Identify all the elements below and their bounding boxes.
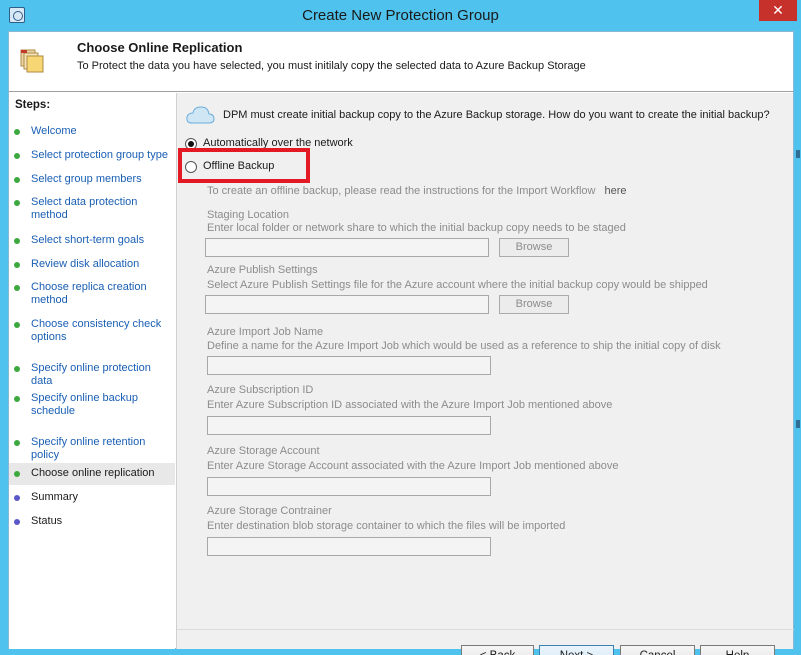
import-job-label: Azure Import Job Name bbox=[207, 326, 324, 338]
storage-account-label: Azure Storage Account bbox=[207, 445, 320, 457]
staging-label: Staging Location bbox=[207, 209, 289, 221]
sidebar-item-label: Choose online replication bbox=[31, 467, 155, 479]
sidebar-item-label: Specify online backup schedule bbox=[31, 392, 139, 417]
storage-account-description: Enter Azure Storage Account associated w… bbox=[207, 460, 619, 472]
sidebar-item-label: Choose replica creation method bbox=[31, 281, 147, 306]
next-button[interactable]: Next > bbox=[539, 645, 614, 655]
offline-instructions: To create an offline backup, please read… bbox=[207, 185, 627, 197]
publish-browse-button[interactable]: Browse bbox=[499, 295, 569, 314]
background-scroll-marker bbox=[796, 420, 800, 428]
page-subtitle: To Protect the data you have selected, y… bbox=[77, 60, 586, 72]
sidebar-item-label: Specify online retention policy bbox=[31, 436, 146, 461]
storage-account-input[interactable] bbox=[207, 477, 491, 496]
offline-here-link[interactable]: here bbox=[605, 185, 627, 197]
steps-label: Steps: bbox=[15, 99, 51, 111]
step-done-icon bbox=[14, 440, 20, 446]
sidebar-item-label: Status bbox=[31, 515, 63, 527]
background-scroll-marker bbox=[796, 150, 800, 158]
step-done-icon bbox=[14, 396, 20, 402]
offline-instructions-text: To create an offline backup, please read… bbox=[207, 185, 596, 197]
storage-container-input[interactable] bbox=[207, 537, 491, 556]
wizard-header: Choose Online Replication To Protect the… bbox=[9, 32, 793, 92]
subscription-description: Enter Azure Subscription ID associated w… bbox=[207, 399, 613, 411]
cloud-icon bbox=[186, 106, 215, 124]
sidebar-item-label: Review disk allocation bbox=[31, 258, 140, 270]
title-bar[interactable]: Create New Protection Group ✕ bbox=[0, 0, 801, 31]
step-pending-icon bbox=[14, 519, 20, 525]
import-job-description: Define a name for the Azure Import Job w… bbox=[207, 340, 721, 352]
publish-description: Select Azure Publish Settings file for t… bbox=[207, 279, 708, 291]
step-done-icon bbox=[14, 262, 20, 268]
sidebar-item-label: Select data protection method bbox=[31, 196, 138, 221]
import-job-name-input[interactable] bbox=[207, 356, 491, 375]
publish-settings-input[interactable] bbox=[205, 295, 489, 314]
steps-sidebar: Steps: Welcome Select protection group t… bbox=[9, 93, 175, 649]
step-done-icon bbox=[14, 238, 20, 244]
staging-location-input[interactable] bbox=[205, 238, 489, 257]
sidebar-item-online-replication[interactable]: Choose online replication bbox=[9, 463, 175, 485]
storage-container-label: Azure Storage Contrainer bbox=[207, 505, 332, 517]
close-icon: ✕ bbox=[772, 2, 784, 18]
step-done-icon bbox=[14, 153, 20, 159]
step-done-icon bbox=[14, 200, 20, 206]
page-title: Choose Online Replication bbox=[77, 40, 243, 55]
wizard-client-area: Choose Online Replication To Protect the… bbox=[8, 31, 794, 655]
publish-label: Azure Publish Settings bbox=[207, 264, 318, 276]
sidebar-item-label: Summary bbox=[31, 491, 79, 503]
step-current-icon bbox=[14, 471, 20, 477]
sidebar-item-label: Welcome bbox=[31, 125, 77, 137]
help-button[interactable]: Help bbox=[700, 645, 775, 655]
step-done-icon bbox=[14, 129, 20, 135]
folder-icon bbox=[20, 49, 44, 73]
footer-divider bbox=[177, 629, 794, 630]
step-done-icon bbox=[14, 322, 20, 328]
window: Create New Protection Group ✕ Choose Onl… bbox=[0, 0, 801, 655]
close-button[interactable]: ✕ bbox=[759, 0, 797, 21]
window-title: Create New Protection Group bbox=[302, 7, 499, 24]
storage-container-description: Enter destination blob storage container… bbox=[207, 520, 566, 532]
sidebar-item-label: Select group members bbox=[31, 173, 142, 185]
wizard-main-panel: DPM must create initial backup copy to t… bbox=[176, 93, 794, 655]
sidebar-item-label: Specify online protection data bbox=[31, 362, 151, 387]
step-done-icon bbox=[14, 285, 20, 291]
subscription-label: Azure Subscription ID bbox=[207, 384, 314, 396]
sidebar-item-label: Choose consistency check options bbox=[31, 318, 162, 343]
subscription-id-input[interactable] bbox=[207, 416, 491, 435]
staging-description: Enter local folder or network share to w… bbox=[207, 222, 626, 234]
staging-browse-button[interactable]: Browse bbox=[499, 238, 569, 257]
cancel-button[interactable]: Cancel bbox=[620, 645, 695, 655]
step-done-icon bbox=[14, 177, 20, 183]
step-done-icon bbox=[14, 366, 20, 372]
back-button[interactable]: < Back bbox=[461, 645, 534, 655]
sidebar-item-label: Select short-term goals bbox=[31, 234, 145, 246]
sidebar-item-label: Select protection group type bbox=[31, 149, 168, 161]
highlight-annotation-box bbox=[178, 148, 310, 183]
backup-question: DPM must create initial backup copy to t… bbox=[223, 109, 770, 121]
step-pending-icon bbox=[14, 495, 20, 501]
